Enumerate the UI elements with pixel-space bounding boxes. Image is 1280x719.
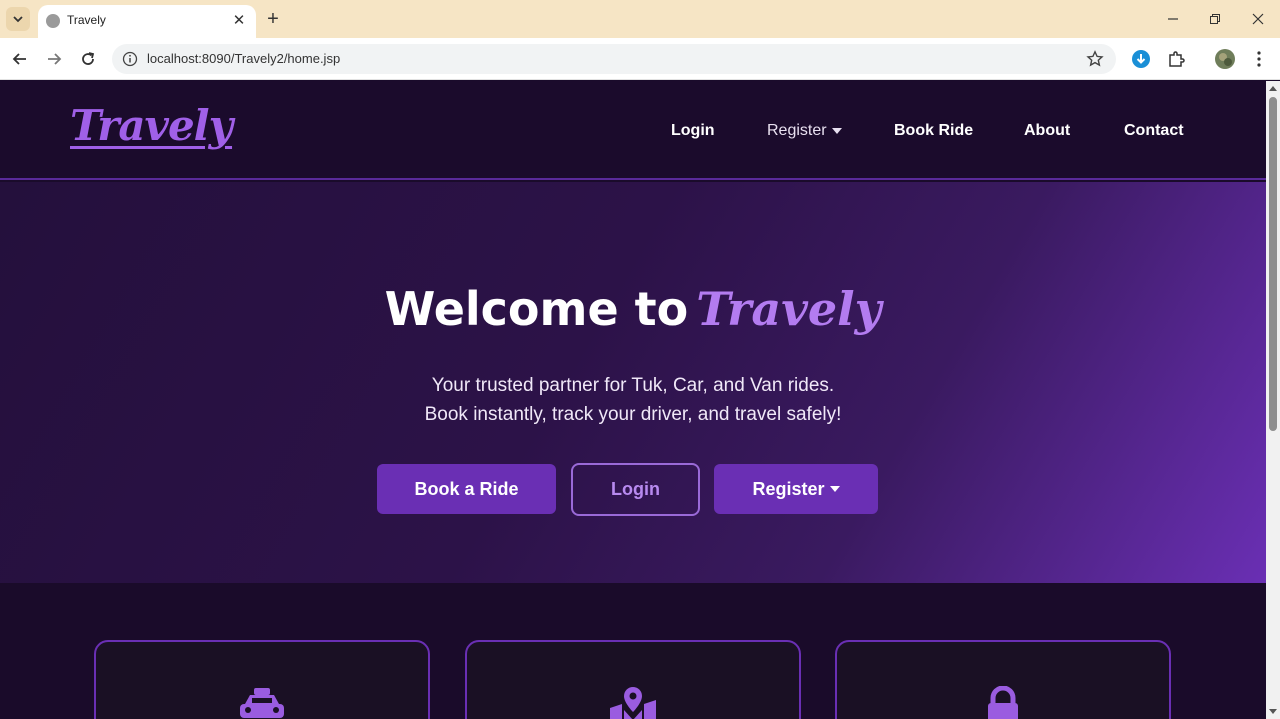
caret-down-icon [831,127,842,134]
url-text[interactable]: localhost:8090/Travely2/home.jsp [147,51,340,66]
forward-button[interactable] [42,47,66,71]
scroll-down-arrow-icon[interactable] [1269,707,1277,715]
site-info-icon[interactable] [122,51,138,67]
hero-section: Welcome to Travely Your trusted partner f… [0,182,1266,583]
register-button-label: Register [752,478,825,499]
avatar-icon [1215,49,1235,69]
features-section [0,583,1266,719]
nav-login-link[interactable]: Login [671,122,715,140]
download-icon [1132,50,1150,68]
close-tab-icon[interactable]: ✕ [230,11,248,29]
restore-icon [1210,14,1220,24]
scroll-up-arrow-icon[interactable] [1269,85,1277,93]
browser-tabbar: Travely ✕ + [0,0,1280,38]
download-button[interactable] [1130,48,1152,70]
reload-button[interactable] [76,47,100,71]
site-navbar: Travely Login Register Book Ride About C… [0,81,1266,180]
book-a-ride-button[interactable]: Book a Ride [377,464,556,514]
reload-icon [82,52,95,65]
page-scrollbar[interactable] [1266,81,1280,719]
hero-subtitle-line2: Book instantly, track your driver, and t… [424,404,842,425]
back-button[interactable] [8,47,32,71]
page-viewport: Travely Login Register Book Ride About C… [0,81,1266,719]
extensions-button[interactable] [1165,48,1187,70]
close-icon [1252,13,1264,25]
caret-down-icon [829,486,840,492]
address-bar[interactable]: localhost:8090/Travely2/home.jsp [112,44,1116,74]
minimize-icon [1168,18,1178,20]
nav-register-label: Register [767,122,827,139]
hero-subtitle-line1: Your trusted partner for Tuk, Car, and V… [431,375,835,396]
feature-card [465,640,801,719]
scrollbar-thumb[interactable] [1269,97,1277,431]
map-location-icon [610,687,656,719]
browser-tab[interactable]: Travely ✕ [38,5,256,38]
new-tab-button[interactable]: + [262,8,284,30]
hero-title-prefix: Welcome to [384,282,689,336]
tab-title: Travely [67,13,106,27]
nav-about-link[interactable]: About [1024,122,1070,140]
feature-card [94,640,430,719]
restore-button[interactable] [1201,6,1229,32]
chevron-down-icon [13,16,23,23]
hero-title-brand: Travely [696,282,882,336]
globe-icon [46,14,60,28]
browser-menu-button[interactable] [1248,48,1270,70]
lock-icon [988,686,1018,719]
taxi-icon [240,688,284,718]
browser-toolbar: localhost:8090/Travely2/home.jsp [0,38,1280,80]
tab-search-button[interactable] [6,7,30,31]
minimize-button[interactable] [1159,6,1187,32]
puzzle-icon [1169,51,1185,67]
nav-book-ride-link[interactable]: Book Ride [894,122,973,140]
nav-register-dropdown[interactable]: Register [767,122,842,140]
login-button[interactable]: Login [571,463,700,516]
more-vert-icon [1257,51,1261,67]
register-dropdown-button[interactable]: Register [714,464,878,514]
site-logo[interactable]: Travely [70,101,233,150]
nav-contact-link[interactable]: Contact [1124,122,1184,140]
hero-title: Welcome to Travely [0,282,1266,336]
close-window-button[interactable] [1244,6,1272,32]
feature-card [835,640,1171,719]
arrow-right-icon [48,53,62,65]
profile-button[interactable] [1214,48,1236,70]
arrow-left-icon [12,53,26,65]
bookmark-star-icon[interactable] [1086,50,1104,68]
